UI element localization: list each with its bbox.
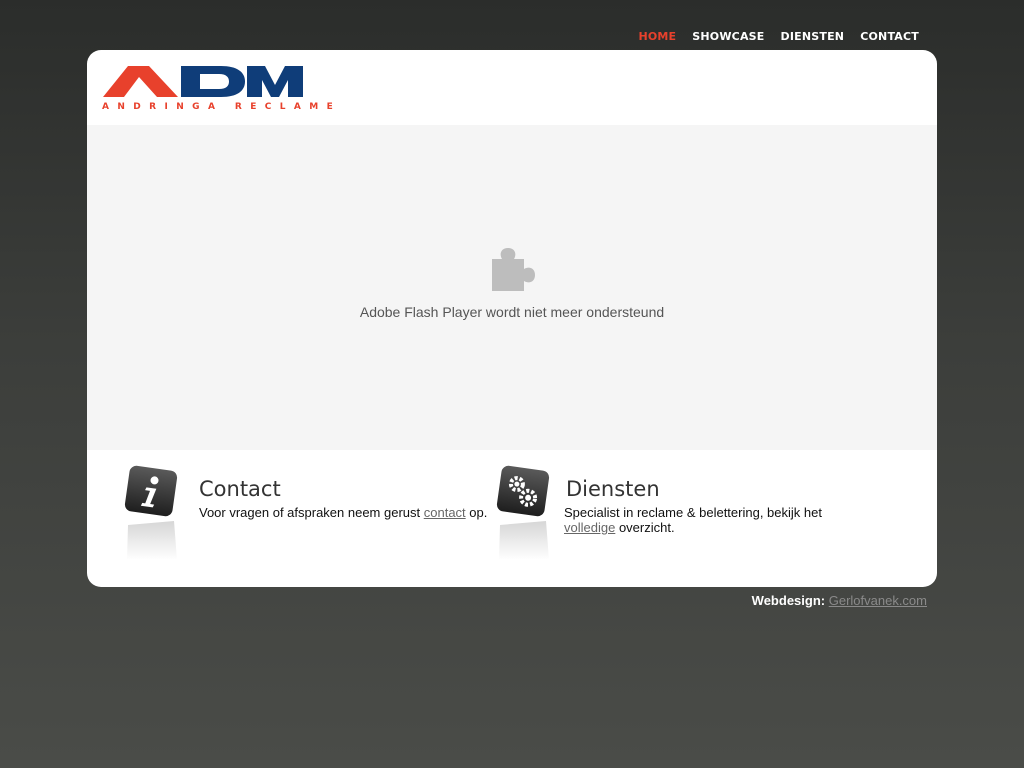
main-nav: HOME SHOWCASE DIENSTEN CONTACT: [638, 30, 919, 43]
diensten-link[interactable]: volledige: [564, 520, 615, 535]
nav-diensten[interactable]: DIENSTEN: [781, 30, 845, 43]
puzzle-piece-icon: [492, 248, 535, 291]
flash-message: Adobe Flash Player wordt niet meer onder…: [359, 304, 665, 320]
diensten-text: Specialist in reclame & belettering, bek…: [564, 505, 854, 535]
footer-link[interactable]: Gerlofvanek.com: [829, 593, 927, 608]
footer-credit: Webdesign: Gerlofvanek.com: [752, 593, 927, 608]
logo-tagline: ANDRINGA RECLAME: [102, 102, 342, 112]
diensten-title: Diensten: [566, 477, 660, 501]
contact-text-before: Voor vragen of afspraken neem gerust: [199, 505, 424, 520]
contact-link[interactable]: contact: [424, 505, 466, 520]
diensten-text-before: Specialist in reclame & belettering, bek…: [564, 505, 822, 520]
footer-label: Webdesign:: [751, 593, 826, 608]
info-icon: [124, 465, 178, 560]
contact-title: Contact: [199, 477, 281, 501]
nav-showcase[interactable]: SHOWCASE: [692, 30, 764, 43]
content-card: ANDRINGA RECLAME Adobe Flash Player word…: [87, 50, 937, 587]
gears-icon: [496, 465, 550, 560]
contact-text: Voor vragen of afspraken neem gerust con…: [199, 505, 489, 520]
contact-text-after: op.: [465, 505, 488, 520]
nav-contact[interactable]: CONTACT: [860, 30, 919, 43]
flash-placeholder: Adobe Flash Player wordt niet meer onder…: [87, 125, 937, 450]
nav-home[interactable]: HOME: [638, 30, 676, 43]
diensten-text-after: overzicht.: [615, 520, 675, 535]
